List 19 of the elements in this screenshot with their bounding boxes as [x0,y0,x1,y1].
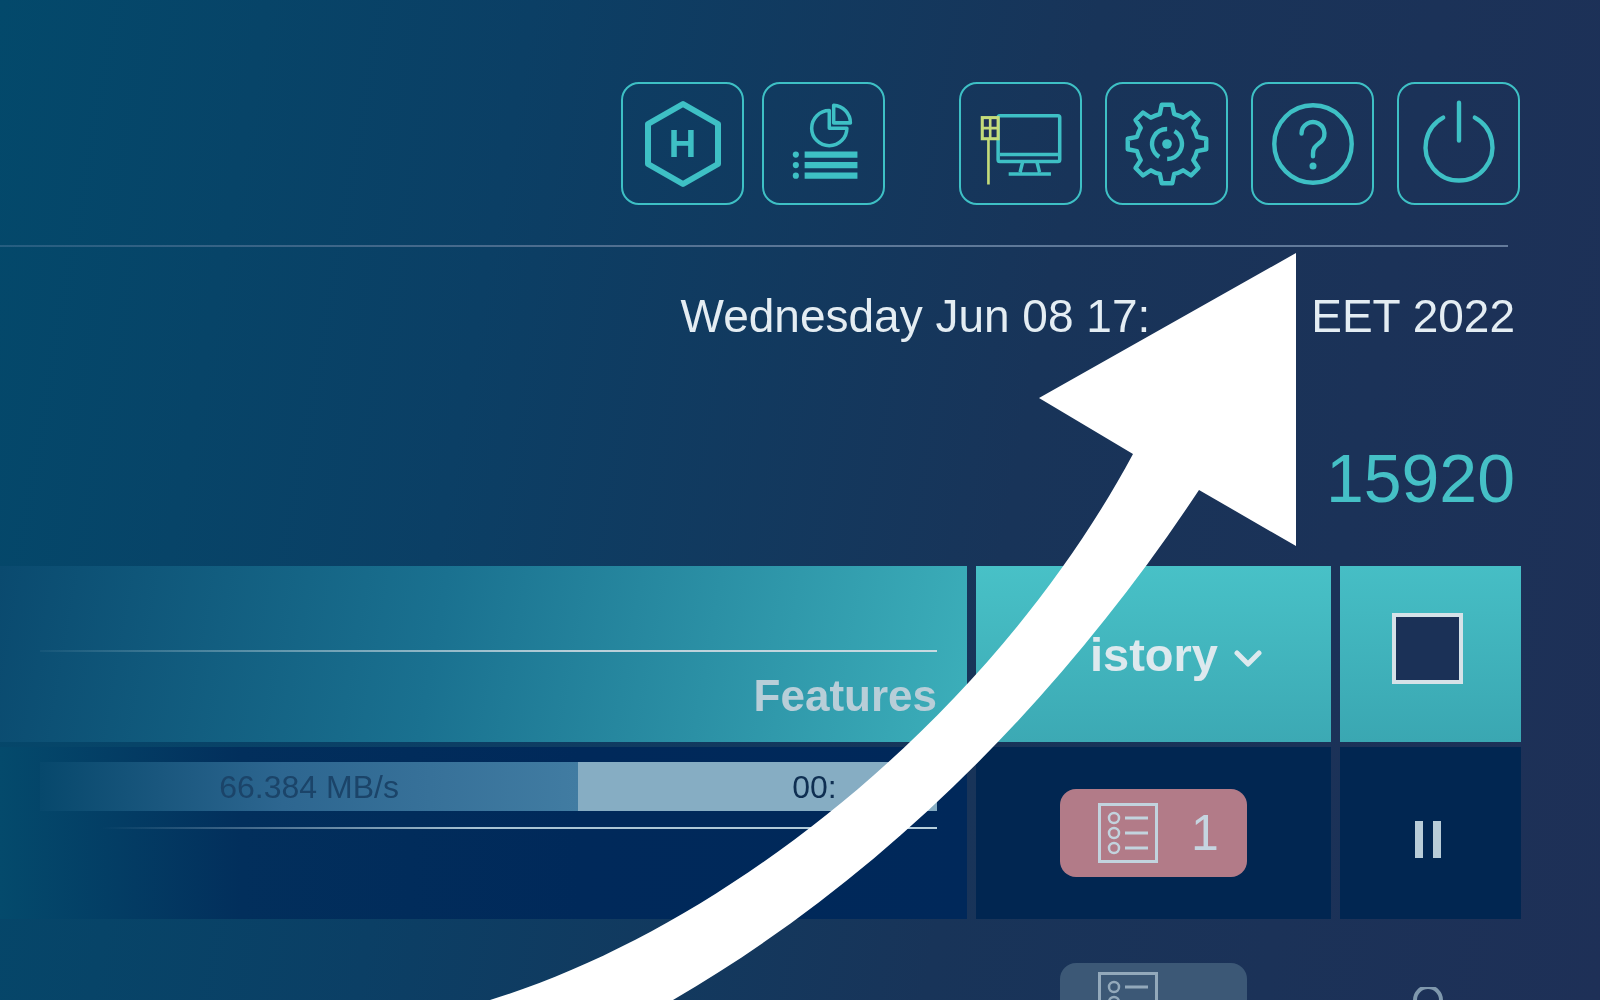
history-count-button[interactable] [1060,963,1247,1000]
toolbar-button[interactable] [762,82,885,205]
history-count-button[interactable]: 1 [1060,789,1247,877]
toolbar-button[interactable]: H [621,82,744,205]
toolbar-button[interactable] [959,82,1082,205]
pause-icon[interactable] [1414,820,1441,858]
chevron-down-icon [1234,650,1262,668]
list-icon [1098,972,1158,1000]
toolbar-button[interactable] [1397,82,1520,205]
elapsed-time: 00: [792,770,837,803]
toolbar-button[interactable] [1251,82,1374,205]
checkbox[interactable] [1392,612,1463,684]
timezone-year-text: EET 2022 [1311,293,1515,339]
column-header: Features [753,674,937,718]
counter-value: 15920 [1325,444,1515,512]
hexagon-icon [642,99,723,188]
ring-icon[interactable] [1411,987,1444,1000]
toolbar-button[interactable] [1105,82,1228,205]
list-icon [1098,803,1158,863]
